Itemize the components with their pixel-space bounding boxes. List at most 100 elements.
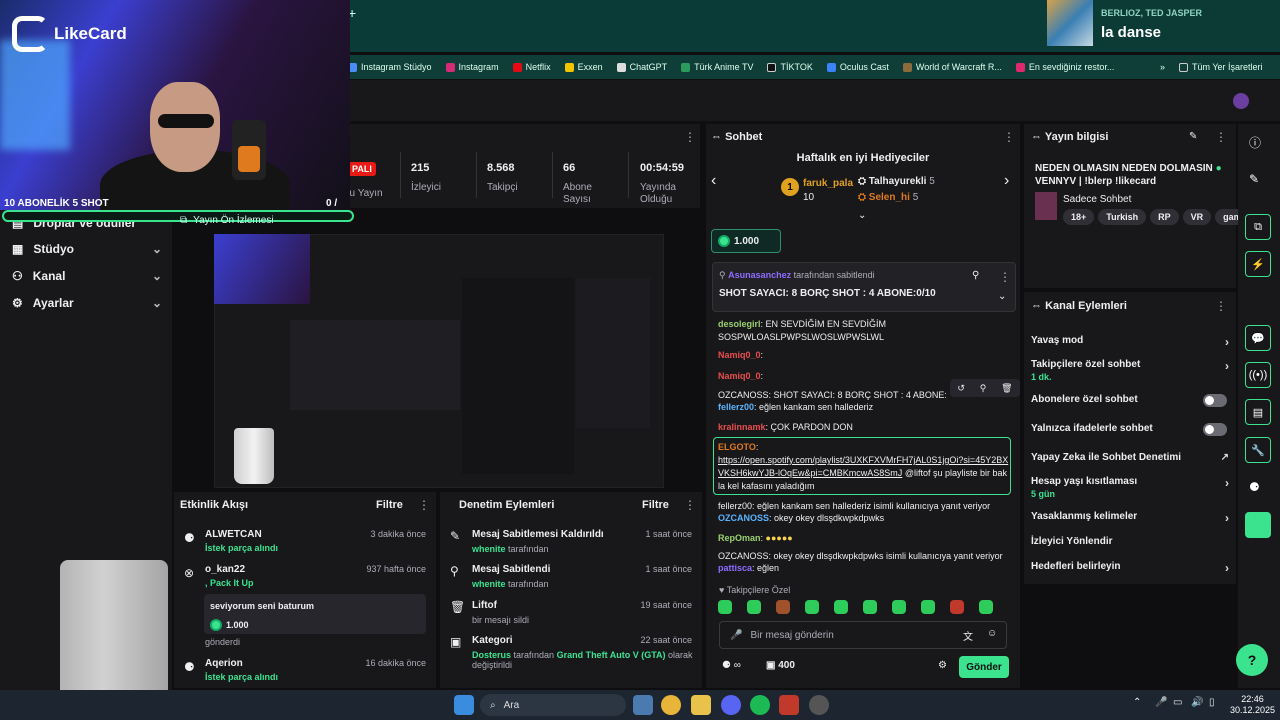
channel-actions-menu-icon[interactable]: ⋮ (1215, 299, 1227, 313)
wrench-button[interactable]: 🔧 (1245, 437, 1271, 463)
emote-icon[interactable] (892, 600, 906, 614)
chat-button[interactable]: 💬 (1245, 325, 1271, 351)
info-icon[interactable]: ⓘ (1249, 134, 1261, 151)
toggle-switch[interactable] (1203, 394, 1227, 407)
nav-channel[interactable]: ⚇ Kanal ⌄ (12, 269, 162, 283)
leaderboard-prev-button[interactable]: ‹ (711, 172, 716, 190)
moderation-filter-button[interactable]: Filtre (642, 499, 669, 511)
stream-info-menu-icon[interactable]: ⋮ (1215, 130, 1227, 144)
action-emote-only[interactable]: Yalnızca ifadelerle sohbet (1031, 423, 1229, 436)
stream-category[interactable]: Sadece Sohbet (1063, 194, 1131, 205)
emote-icon[interactable] (776, 600, 790, 614)
reply-icon[interactable]: ↺ (957, 383, 965, 394)
leader-1-name[interactable]: faruk_pala (803, 178, 853, 189)
channel-points[interactable]: 1.000 (711, 229, 781, 253)
activity-filter-button[interactable]: Filtre (376, 499, 403, 511)
bookmark-tiktok[interactable]: TİKTOK (767, 62, 813, 72)
battery-icon[interactable]: ▯ (1209, 697, 1215, 708)
pin-icon[interactable]: ⚲ (972, 270, 979, 281)
emote-icon[interactable] (834, 600, 848, 614)
chrome-icon[interactable] (661, 695, 681, 715)
bookmark-exxen[interactable]: Exxen (564, 62, 603, 72)
tab-stream-preview[interactable]: ⧉ Yayın Ön İzlemesi (176, 210, 356, 230)
trash-icon[interactable]: 🗑 (1001, 383, 1012, 394)
tray-chevron-icon[interactable]: ⌃ (1133, 697, 1141, 708)
emote-icon[interactable] (921, 600, 935, 614)
category-thumbnail[interactable] (1035, 192, 1057, 220)
points-icon[interactable]: ⚈ ∞ (722, 660, 741, 671)
bookmark-oculus[interactable]: Oculus Cast (826, 62, 889, 72)
app-button[interactable] (1245, 512, 1271, 538)
bookmark-netflix[interactable]: Netflix (512, 62, 551, 72)
support-button[interactable]: ? (1236, 644, 1268, 676)
action-ai-moderation[interactable]: Yapay Zeka ile Sohbet Denetimi ↗ (1031, 452, 1229, 463)
emoji-icon[interactable]: ☺ (987, 628, 997, 639)
bookmark-wow[interactable]: World of Warcraft R... (902, 62, 1002, 72)
expand-icon[interactable]: ⌄ (998, 291, 1006, 302)
edit-icon[interactable]: ✎ (1189, 131, 1197, 142)
action-raid[interactable]: İzleyici Yönlendir (1031, 536, 1229, 547)
gift-card: seviyorum seni baturum 1.000 (204, 594, 426, 634)
gear-icon[interactable]: ⚙ (938, 660, 947, 671)
emote-icon[interactable] (979, 600, 993, 614)
bookmark-restaurant[interactable]: En sevdiğiniz restor... (1015, 62, 1114, 72)
all-bookmarks[interactable]: Tüm Yer İşaretleri (1179, 62, 1263, 72)
boost-button[interactable]: ⚡ (1245, 251, 1271, 277)
leader-3[interactable]: ⛭ Selen_hi 5 (858, 192, 918, 203)
leaderboard-next-button[interactable]: › (1004, 172, 1009, 190)
bits-balance[interactable]: ▣ 400 (766, 660, 795, 671)
archive-button[interactable]: ▤ (1245, 399, 1271, 425)
discord-icon[interactable] (721, 695, 741, 715)
action-subscribers-only[interactable]: Abonelere özel sohbet (1031, 394, 1229, 407)
microphone-icon[interactable]: 🎤 (730, 630, 742, 641)
tag[interactable]: VR (1182, 209, 1212, 225)
emote-icon[interactable] (950, 600, 964, 614)
bookmark-instagram[interactable]: Instagram (445, 62, 499, 72)
more-bookmarks-icon[interactable]: » (1160, 62, 1165, 72)
chat-menu-icon[interactable]: ⋮ (1003, 130, 1015, 144)
pin-icon[interactable]: ⚲ (980, 383, 987, 394)
collapse-icon[interactable]: ⌄ (858, 210, 866, 221)
broadcast-button[interactable]: ((•)) (1245, 362, 1271, 388)
settings-icon[interactable]: ⚈ (1249, 480, 1260, 494)
taskbar-clock[interactable]: 22:46 30.12.2025 (1230, 694, 1275, 716)
windows-start-icon[interactable] (454, 695, 474, 715)
edit-icon[interactable]: ✎ (1249, 172, 1259, 186)
microphone-icon[interactable]: 🎤 (1155, 697, 1167, 708)
network-icon[interactable]: ▭ (1173, 697, 1182, 708)
emote-icon[interactable] (863, 600, 877, 614)
emote-icon[interactable] (718, 600, 732, 614)
toggle-switch[interactable] (1203, 423, 1227, 436)
tag[interactable]: RP (1150, 209, 1179, 225)
taskbar-search[interactable]: ⌕ Ara (480, 694, 626, 716)
translate-icon[interactable]: 文 (963, 628, 973, 643)
clip-button[interactable]: ⧉ (1245, 214, 1271, 240)
activity-menu-icon[interactable]: ⋮ (418, 498, 430, 512)
taskbar-app-icon[interactable] (633, 695, 653, 715)
emote-icon[interactable] (747, 600, 761, 614)
leader-2[interactable]: ⛭ Talhayurekli 5 (858, 176, 935, 187)
send-button[interactable]: Gönder (959, 656, 1009, 678)
nav-settings[interactable]: ⚙ Ayarlar ⌄ (12, 296, 162, 310)
emote-icon[interactable] (805, 600, 819, 614)
spotify-icon[interactable] (750, 695, 770, 715)
action-set-goals[interactable]: Hedefleri belirleyin › (1031, 561, 1229, 575)
taskbar-app-icon[interactable] (779, 695, 799, 715)
stats-menu-icon[interactable]: ⋮ (684, 130, 696, 144)
bookmark-turk-anime[interactable]: Türk Anime TV (681, 62, 753, 72)
moderation-menu-icon[interactable]: ⋮ (684, 498, 696, 512)
action-slow-mode[interactable]: Yavaş mod › (1031, 335, 1229, 349)
tag[interactable]: 18+ (1063, 209, 1095, 225)
action-banned-words[interactable]: Yasaklanmış kelimeler › (1031, 511, 1229, 525)
user-avatar[interactable] (1233, 93, 1249, 109)
volume-icon[interactable]: 🔊 (1191, 697, 1203, 708)
action-followers-only[interactable]: Takipçilere özel sohbet 1 dk. › (1031, 359, 1229, 382)
nav-studio[interactable]: ▦ Stüdyo ⌄ (12, 242, 162, 256)
bookmark-chatgpt[interactable]: ChatGPT (616, 62, 667, 72)
folder-icon[interactable] (691, 695, 711, 715)
bookmark-instagram-studio[interactable]: Instagram Stüdyo (348, 62, 432, 72)
taskbar-app-icon[interactable] (809, 695, 829, 715)
action-account-age[interactable]: Hesap yaşı kısıtlaması 5 gün › (1031, 476, 1229, 499)
pinned-menu-icon[interactable]: ⋮ (999, 270, 1011, 284)
tag[interactable]: Turkish (1098, 209, 1147, 225)
